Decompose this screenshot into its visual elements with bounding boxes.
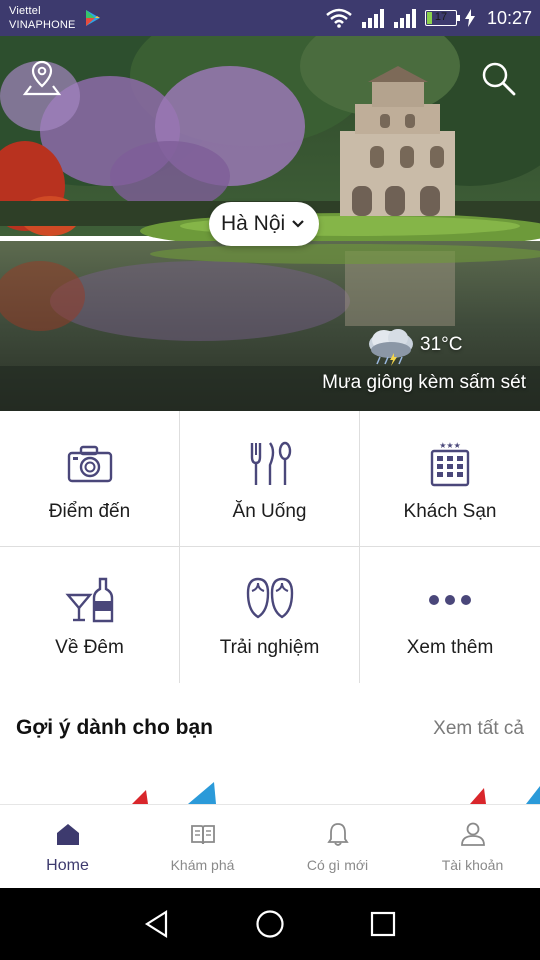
suggestions-header: Gợi ý dành cho bạn Xem tất cả	[0, 708, 540, 754]
cutlery-icon	[250, 441, 291, 485]
category-label: Trải nghiệm	[219, 637, 320, 658]
category-label: Khách Sạn	[403, 501, 497, 522]
category-label: Xem thêm	[406, 637, 494, 658]
carrier-info: Viettel VINAPHONE	[9, 4, 76, 32]
back-button[interactable]	[135, 902, 179, 946]
system-navigation-bar	[0, 888, 540, 960]
app-screen: Viettel VINAPHONE 17 10:27 Hà Nội 31°C M…	[0, 0, 540, 960]
back-triangle-icon	[144, 910, 167, 938]
svg-text:★★★: ★★★	[439, 441, 461, 450]
weather-temperature: 31°C	[420, 334, 463, 355]
status-bar: Viettel VINAPHONE 17 10:27	[0, 0, 540, 36]
map-location-icon[interactable]	[22, 58, 62, 98]
nav-explore[interactable]: Khám phá	[135, 805, 270, 888]
battery-indicator: 17	[424, 10, 460, 26]
search-icon[interactable]	[478, 58, 518, 98]
nav-label: Home	[46, 857, 89, 874]
category-food[interactable]: Ăn Uống	[180, 411, 360, 547]
hotel-icon: ★★★	[430, 441, 470, 487]
category-hotels[interactable]: ★★★ Khách Sạn	[360, 411, 540, 547]
recents-square-icon	[371, 911, 396, 937]
camera-icon	[67, 445, 112, 483]
carrier-name-1: Viettel	[9, 5, 41, 17]
bell-icon	[326, 823, 349, 846]
category-label: Về Đêm	[55, 637, 124, 658]
user-icon	[460, 822, 485, 846]
charging-icon	[464, 9, 475, 27]
city-selector[interactable]: Hà Nội	[209, 202, 320, 246]
cocktail-bottle-icon	[64, 577, 113, 623]
signal-icon-1	[361, 9, 384, 28]
nav-home[interactable]: Home	[0, 805, 135, 888]
bottom-navigation: Home Khám phá Có gì mới Tài khoản	[0, 804, 540, 888]
battery-tip	[456, 15, 460, 21]
battery-level: 17	[434, 11, 448, 23]
nav-label: Khám phá	[170, 857, 235, 873]
nav-label: Có gì mới	[306, 857, 369, 873]
more-dots-icon	[429, 595, 471, 605]
signal-icon-2	[393, 9, 416, 28]
wifi-icon	[326, 8, 352, 28]
home-button[interactable]	[248, 902, 292, 946]
category-label: Ăn Uống	[232, 501, 307, 522]
chevron-down-icon	[292, 220, 304, 228]
carrier-name-2: VINAPHONE	[9, 19, 76, 31]
play-store-icon	[86, 10, 100, 26]
suggestion-cards-peek[interactable]	[0, 776, 540, 804]
thunderstorm-icon	[369, 329, 413, 366]
nav-label: Tài khoản	[441, 857, 504, 873]
category-experiences[interactable]: Trải nghiệm	[180, 547, 360, 683]
weather-description: Mưa giông kèm sấm sét	[322, 372, 526, 393]
home-icon	[56, 824, 79, 845]
home-circle-icon	[256, 910, 284, 938]
see-all-link[interactable]: Xem tất cả	[433, 718, 524, 740]
suggestions-title: Gợi ý dành cho bạn	[16, 716, 213, 739]
category-nightlife[interactable]: Về Đêm	[0, 547, 180, 683]
hero-banner: Hà Nội 31°C Mưa giông kèm sấm sét	[0, 36, 540, 411]
city-name: Hà Nội	[221, 212, 286, 235]
status-icons: 17 10:27	[325, 0, 532, 36]
recents-button[interactable]	[361, 902, 405, 946]
nav-whats-new[interactable]: Có gì mới	[270, 805, 405, 888]
category-more[interactable]: Xem thêm	[360, 547, 540, 683]
book-icon	[190, 825, 215, 845]
nav-account[interactable]: Tài khoản	[405, 805, 540, 888]
clock: 10:27	[486, 7, 532, 28]
category-destinations[interactable]: Điểm đến	[0, 411, 180, 547]
category-label: Điểm đến	[48, 501, 131, 522]
category-grid: Điểm đến Ăn Uống ★★★ Khách Sạn Về Đêm Tr…	[0, 411, 540, 683]
flip-flops-icon	[246, 577, 293, 619]
